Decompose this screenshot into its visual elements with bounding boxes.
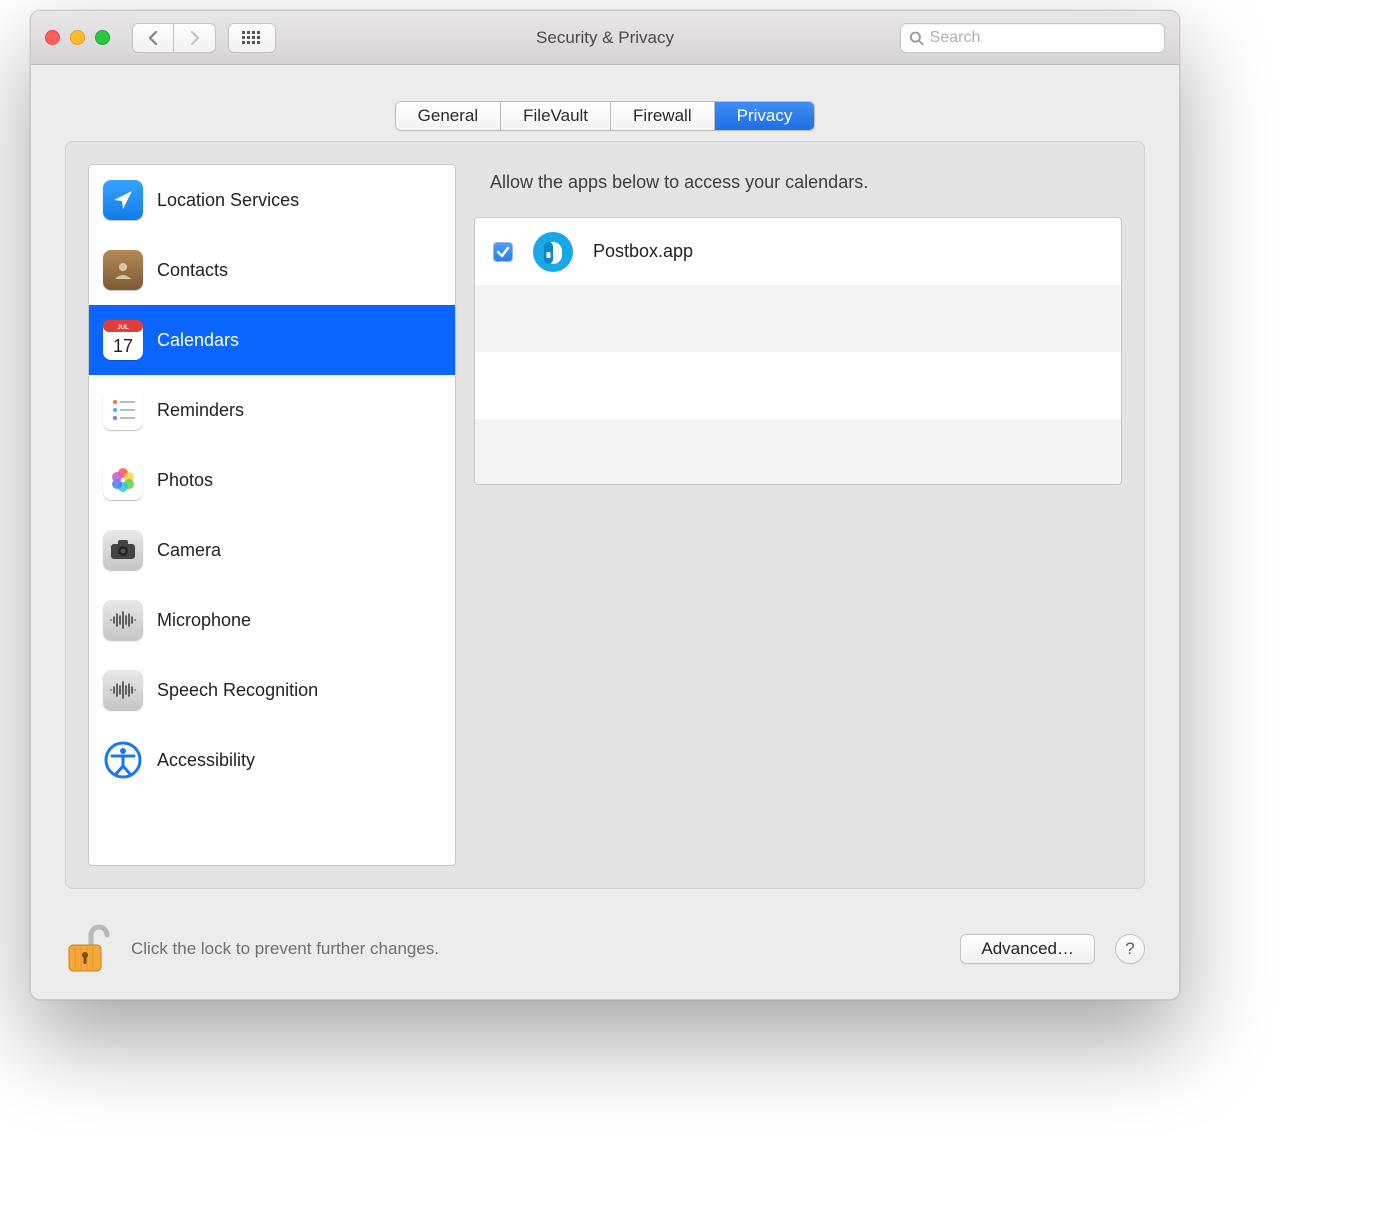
category-accessibility[interactable]: Accessibility	[89, 725, 455, 795]
accessibility-icon	[103, 740, 143, 780]
calendar-icon: JUL 17	[103, 320, 143, 360]
contacts-icon	[103, 250, 143, 290]
tab-label: FileVault	[523, 106, 588, 126]
svg-text:JUL: JUL	[117, 325, 129, 331]
unlocked-padlock-icon	[65, 923, 111, 975]
lock-hint: Click the lock to prevent further change…	[131, 939, 439, 959]
tab-firewall[interactable]: Firewall	[611, 102, 715, 130]
preferences-window: Security & Privacy General FileVault Fir…	[30, 10, 1180, 1000]
microphone-icon	[103, 600, 143, 640]
category-label: Speech Recognition	[157, 680, 318, 701]
app-row-empty	[475, 352, 1121, 419]
category-camera[interactable]: Camera	[89, 515, 455, 585]
main-panel: Location Services Contacts JUL 17 Calenda…	[65, 141, 1145, 889]
app-row-empty	[475, 419, 1121, 485]
app-name: Postbox.app	[593, 241, 693, 262]
tab-label: Firewall	[633, 106, 692, 126]
tabs: General FileVault Firewall Privacy	[395, 101, 816, 131]
tab-privacy[interactable]: Privacy	[715, 102, 815, 130]
minimize-window-button[interactable]	[70, 30, 85, 45]
category-reminders[interactable]: Reminders	[89, 375, 455, 445]
search-input[interactable]	[930, 29, 1156, 47]
back-button[interactable]	[132, 23, 174, 53]
app-checkbox[interactable]	[493, 242, 513, 262]
category-list[interactable]: Location Services Contacts JUL 17 Calenda…	[88, 164, 456, 866]
category-label: Calendars	[157, 330, 239, 351]
category-label: Accessibility	[157, 750, 255, 771]
check-icon	[496, 245, 510, 259]
footer: Click the lock to prevent further change…	[31, 899, 1179, 999]
tab-filevault[interactable]: FileVault	[501, 102, 611, 130]
advanced-button[interactable]: Advanced…	[960, 934, 1095, 964]
app-list[interactable]: Postbox.app	[474, 217, 1122, 485]
photos-icon	[103, 460, 143, 500]
camera-icon	[103, 530, 143, 570]
close-window-button[interactable]	[45, 30, 60, 45]
help-button[interactable]: ?	[1115, 934, 1145, 964]
category-microphone[interactable]: Microphone	[89, 585, 455, 655]
tab-general[interactable]: General	[396, 102, 501, 130]
app-row[interactable]: Postbox.app	[475, 218, 1121, 285]
chevron-left-icon	[147, 31, 159, 45]
grid-icon	[242, 31, 262, 45]
show-all-button[interactable]	[228, 23, 276, 53]
permission-prompt: Allow the apps below to access your cale…	[490, 172, 1116, 193]
tab-label: Privacy	[737, 106, 793, 126]
speech-icon	[103, 670, 143, 710]
reminders-icon	[103, 390, 143, 430]
titlebar: Security & Privacy	[31, 11, 1179, 65]
category-label: Contacts	[157, 260, 228, 281]
chevron-right-icon	[189, 31, 201, 45]
detail-pane: Allow the apps below to access your cale…	[474, 164, 1122, 866]
search-field[interactable]	[900, 23, 1165, 53]
lock-button[interactable]	[65, 923, 111, 975]
postbox-icon	[531, 230, 575, 274]
forward-button[interactable]	[174, 23, 216, 53]
location-icon	[103, 180, 143, 220]
nav-buttons	[132, 23, 216, 53]
category-contacts[interactable]: Contacts	[89, 235, 455, 305]
app-row-empty	[475, 285, 1121, 352]
category-label: Location Services	[157, 190, 299, 211]
tab-label: General	[418, 106, 478, 126]
category-label: Photos	[157, 470, 213, 491]
search-icon	[909, 30, 924, 46]
tab-row: General FileVault Firewall Privacy	[31, 101, 1179, 131]
category-label: Microphone	[157, 610, 251, 631]
category-speech-recognition[interactable]: Speech Recognition	[89, 655, 455, 725]
category-label: Reminders	[157, 400, 244, 421]
zoom-window-button[interactable]	[95, 30, 110, 45]
category-label: Camera	[157, 540, 221, 561]
svg-text:17: 17	[113, 336, 133, 356]
traffic-lights	[45, 30, 110, 45]
category-location-services[interactable]: Location Services	[89, 165, 455, 235]
category-calendars[interactable]: JUL 17 Calendars	[89, 305, 455, 375]
category-photos[interactable]: Photos	[89, 445, 455, 515]
